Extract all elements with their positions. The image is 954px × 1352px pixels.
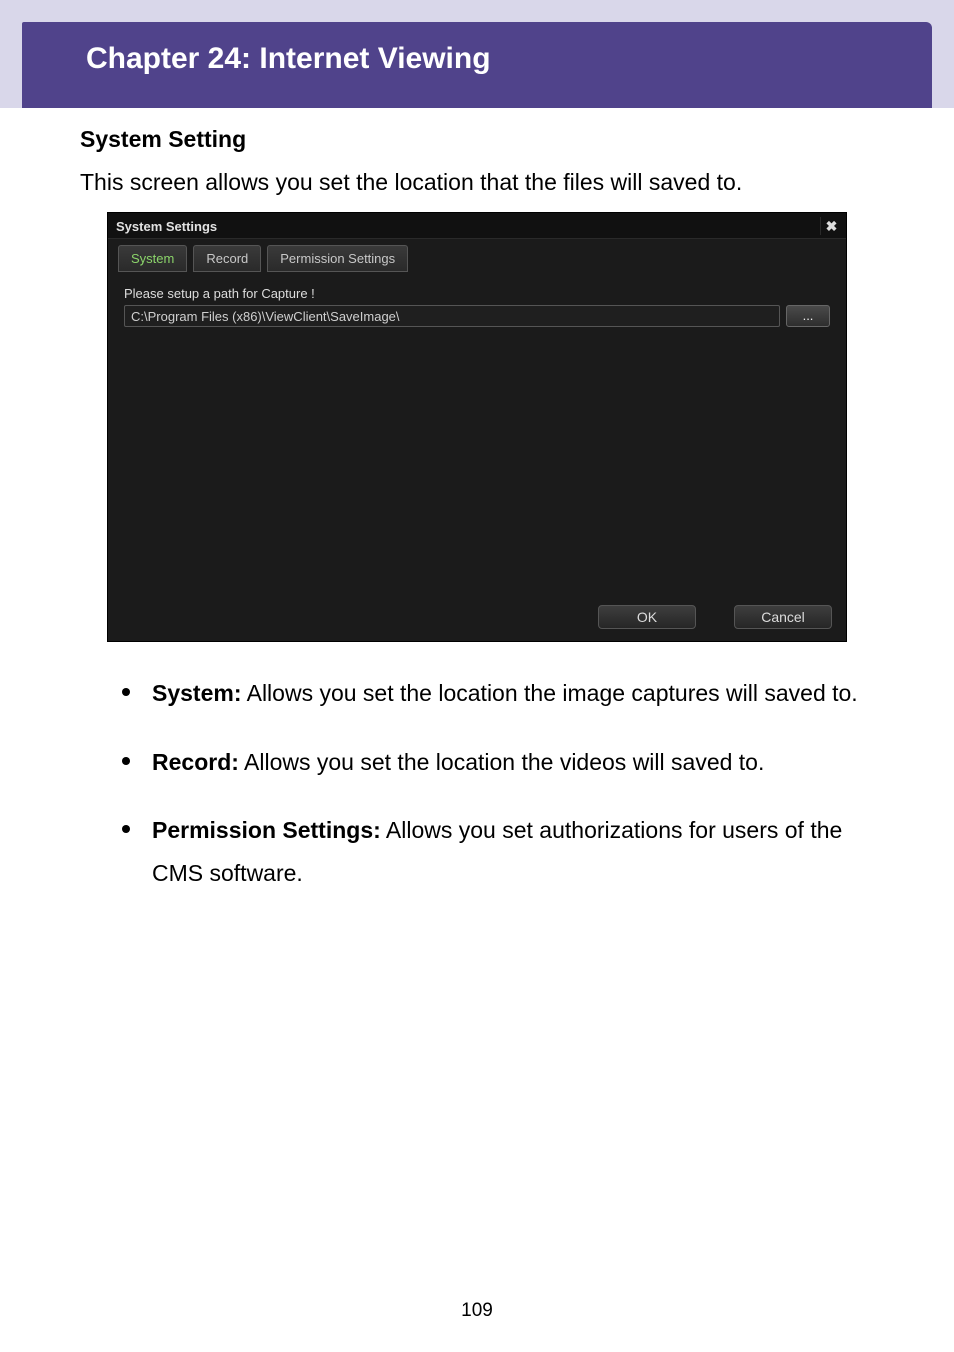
bullet-list: System: Allows you set the location the … xyxy=(80,672,874,894)
dialog-spacer xyxy=(118,327,836,587)
tabs: System Record Permission Settings xyxy=(118,245,836,272)
chapter-title: Chapter 24: Internet Viewing xyxy=(86,42,491,75)
capture-path-label: Please setup a path for Capture ! xyxy=(124,286,836,301)
tab-record[interactable]: Record xyxy=(193,245,261,272)
bullet-icon xyxy=(122,757,130,765)
section-intro: This screen allows you set the location … xyxy=(80,167,874,198)
bullet-text: Record: Allows you set the location the … xyxy=(152,741,874,784)
system-settings-dialog: System Settings ✖ System Record Permissi… xyxy=(107,212,847,642)
close-icon[interactable]: ✖ xyxy=(820,217,842,235)
ok-button[interactable]: OK xyxy=(598,605,696,629)
bullet-term: Record: xyxy=(152,749,239,775)
bullet-desc: Allows you set the location the videos w… xyxy=(239,749,764,775)
dialog-title: System Settings xyxy=(116,219,217,234)
capture-path-input[interactable]: C:\Program Files (x86)\ViewClient\SaveIm… xyxy=(124,305,780,327)
tab-permission-settings[interactable]: Permission Settings xyxy=(267,245,408,272)
page-root: { "chapter": { "title": "Chapter 24: Int… xyxy=(0,0,954,1352)
bullet-text: System: Allows you set the location the … xyxy=(152,672,874,715)
content-area: System Setting This screen allows you se… xyxy=(0,108,954,894)
bullet-text: Permission Settings: Allows you set auth… xyxy=(152,809,874,894)
bullet-desc: Allows you set the location the image ca… xyxy=(241,680,857,706)
dialog-footer: OK Cancel xyxy=(108,597,846,641)
cancel-button[interactable]: Cancel xyxy=(734,605,832,629)
dialog-titlebar: System Settings ✖ xyxy=(108,213,846,239)
chapter-area: Chapter 24: Internet Viewing xyxy=(0,0,954,108)
list-item: Record: Allows you set the location the … xyxy=(80,741,874,784)
browse-button[interactable]: ... xyxy=(786,305,830,327)
list-item: System: Allows you set the location the … xyxy=(80,672,874,715)
section-heading: System Setting xyxy=(80,126,874,153)
dialog-body: System Record Permission Settings Please… xyxy=(108,239,846,597)
chapter-banner: Chapter 24: Internet Viewing xyxy=(22,22,932,108)
bullet-term: Permission Settings: xyxy=(152,817,381,843)
page-number: 109 xyxy=(0,1300,954,1322)
bullet-icon xyxy=(122,688,130,696)
dialog-wrap: System Settings ✖ System Record Permissi… xyxy=(80,212,874,642)
bullet-term: System: xyxy=(152,680,241,706)
path-row: C:\Program Files (x86)\ViewClient\SaveIm… xyxy=(118,305,836,327)
tab-system[interactable]: System xyxy=(118,245,187,272)
list-item: Permission Settings: Allows you set auth… xyxy=(80,809,874,894)
bullet-icon xyxy=(122,825,130,833)
